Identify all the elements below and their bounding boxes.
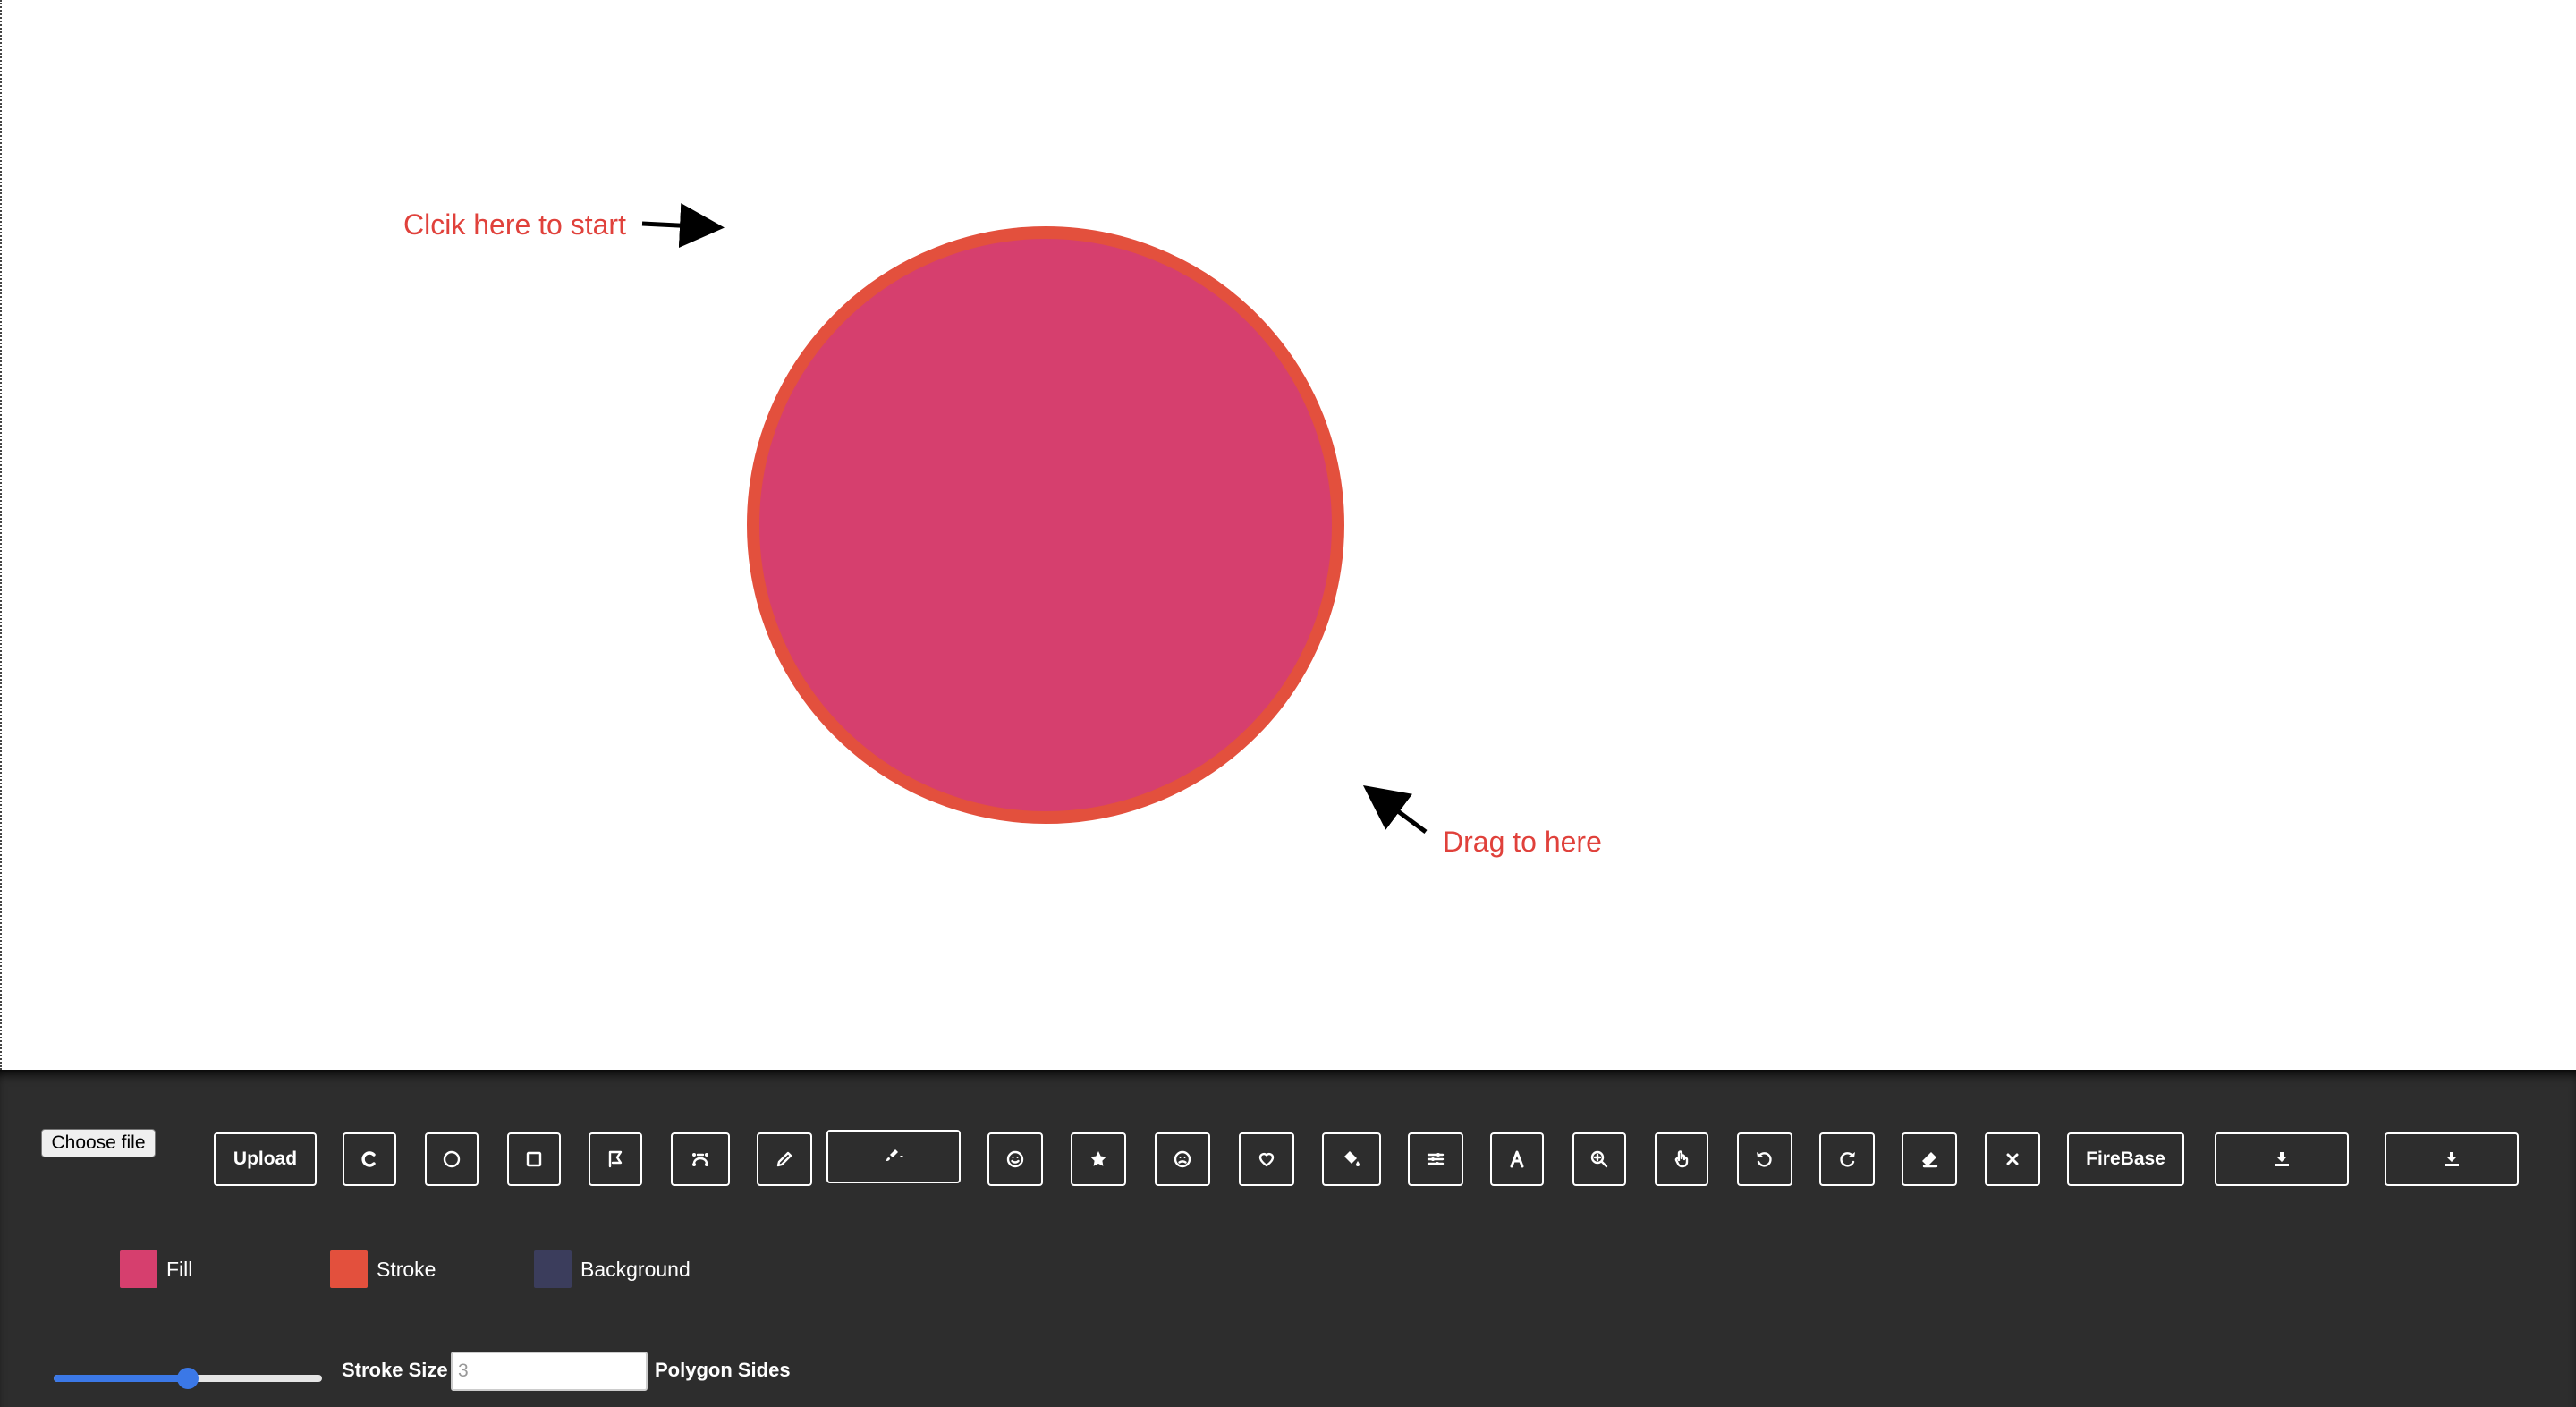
bezier-icon — [692, 1153, 708, 1166]
polygon-sides-input[interactable] — [451, 1352, 648, 1391]
sliders-button[interactable] — [1408, 1132, 1463, 1186]
fill-swatch[interactable] — [120, 1250, 157, 1288]
polygon-icon — [608, 1150, 623, 1168]
reset-icon — [361, 1151, 376, 1167]
undo-icon — [1757, 1152, 1772, 1167]
text-tool-button[interactable] — [1490, 1132, 1544, 1186]
start-arrow — [641, 203, 724, 249]
heart-icon — [1258, 1152, 1275, 1167]
download-image-button[interactable] — [2385, 1132, 2519, 1186]
pencil-icon — [776, 1151, 792, 1167]
face-button[interactable] — [1155, 1132, 1210, 1186]
undo-button[interactable] — [1737, 1132, 1792, 1186]
download-icon — [2275, 1152, 2289, 1166]
fill-label: Fill — [166, 1257, 193, 1281]
circle-icon — [443, 1150, 461, 1168]
stroke-size-slider[interactable] — [54, 1365, 322, 1392]
eraser-icon — [1922, 1152, 1938, 1168]
toolbar-panel: Choose file Upload FireBase Fill Stroke … — [0, 1070, 2576, 1407]
start-hint-text: Clcik here to start — [403, 208, 626, 241]
download-button[interactable] — [2215, 1132, 2349, 1186]
choose-file-button[interactable]: Choose file — [41, 1129, 156, 1157]
square-icon — [526, 1151, 542, 1167]
eraser-button[interactable] — [1902, 1132, 1957, 1186]
star-button[interactable] — [1071, 1132, 1126, 1186]
text-icon — [1510, 1150, 1524, 1168]
background-color-picker[interactable]: Background — [534, 1250, 691, 1288]
stroke-swatch[interactable] — [330, 1250, 368, 1288]
drag-hint-text: Drag to here — [1443, 826, 1602, 858]
heart-button[interactable] — [1239, 1132, 1294, 1186]
bezier-tool-button[interactable] — [671, 1132, 730, 1186]
zoom-icon — [1590, 1150, 1608, 1168]
canvas-svg — [641, 203, 1428, 835]
stroke-size-label: Stroke Size — [342, 1359, 448, 1381]
drawing-canvas[interactable]: Clcik here to start Drag to here — [0, 0, 2576, 1070]
clear-button[interactable] — [1985, 1132, 2040, 1186]
face-icon — [1174, 1150, 1191, 1168]
circle-tool-button[interactable] — [425, 1132, 479, 1186]
zoom-button[interactable] — [1572, 1132, 1626, 1186]
upload-button[interactable]: Upload — [214, 1132, 317, 1186]
brush-dropdown-icon — [886, 1149, 903, 1161]
download-icon — [2445, 1152, 2459, 1166]
star-icon — [1090, 1151, 1106, 1166]
hand-tool-button[interactable] — [1655, 1132, 1708, 1186]
drawn-circle[interactable] — [747, 226, 1344, 824]
slider-fill — [54, 1375, 188, 1382]
firebase-button[interactable]: FireBase — [2067, 1132, 2184, 1186]
fill-bucket-icon — [1344, 1151, 1360, 1166]
fill-color-picker[interactable]: Fill — [120, 1250, 192, 1288]
emoji-button[interactable] — [987, 1132, 1043, 1186]
stroke-color-picker[interactable]: Stroke — [330, 1250, 436, 1288]
background-swatch[interactable] — [534, 1250, 572, 1288]
fill-bucket-button[interactable] — [1322, 1132, 1381, 1186]
drag-arrow — [1362, 785, 1428, 835]
polygon-sides-label: Polygon Sides — [655, 1359, 791, 1381]
close-icon — [2006, 1153, 2019, 1165]
hand-icon — [1674, 1150, 1689, 1168]
slider-thumb[interactable] — [177, 1368, 199, 1389]
sliders-icon — [1427, 1153, 1445, 1165]
redo-icon — [1840, 1152, 1855, 1167]
reset-button[interactable] — [343, 1132, 396, 1186]
emoji-icon — [1006, 1150, 1024, 1168]
redo-button[interactable] — [1819, 1132, 1875, 1186]
background-label: Background — [580, 1257, 691, 1281]
stroke-label: Stroke — [377, 1257, 436, 1281]
rectangle-tool-button[interactable] — [507, 1132, 561, 1186]
brush-dropdown-button[interactable] — [826, 1130, 961, 1183]
polygon-tool-button[interactable] — [589, 1132, 642, 1186]
pencil-tool-button[interactable] — [757, 1132, 812, 1186]
